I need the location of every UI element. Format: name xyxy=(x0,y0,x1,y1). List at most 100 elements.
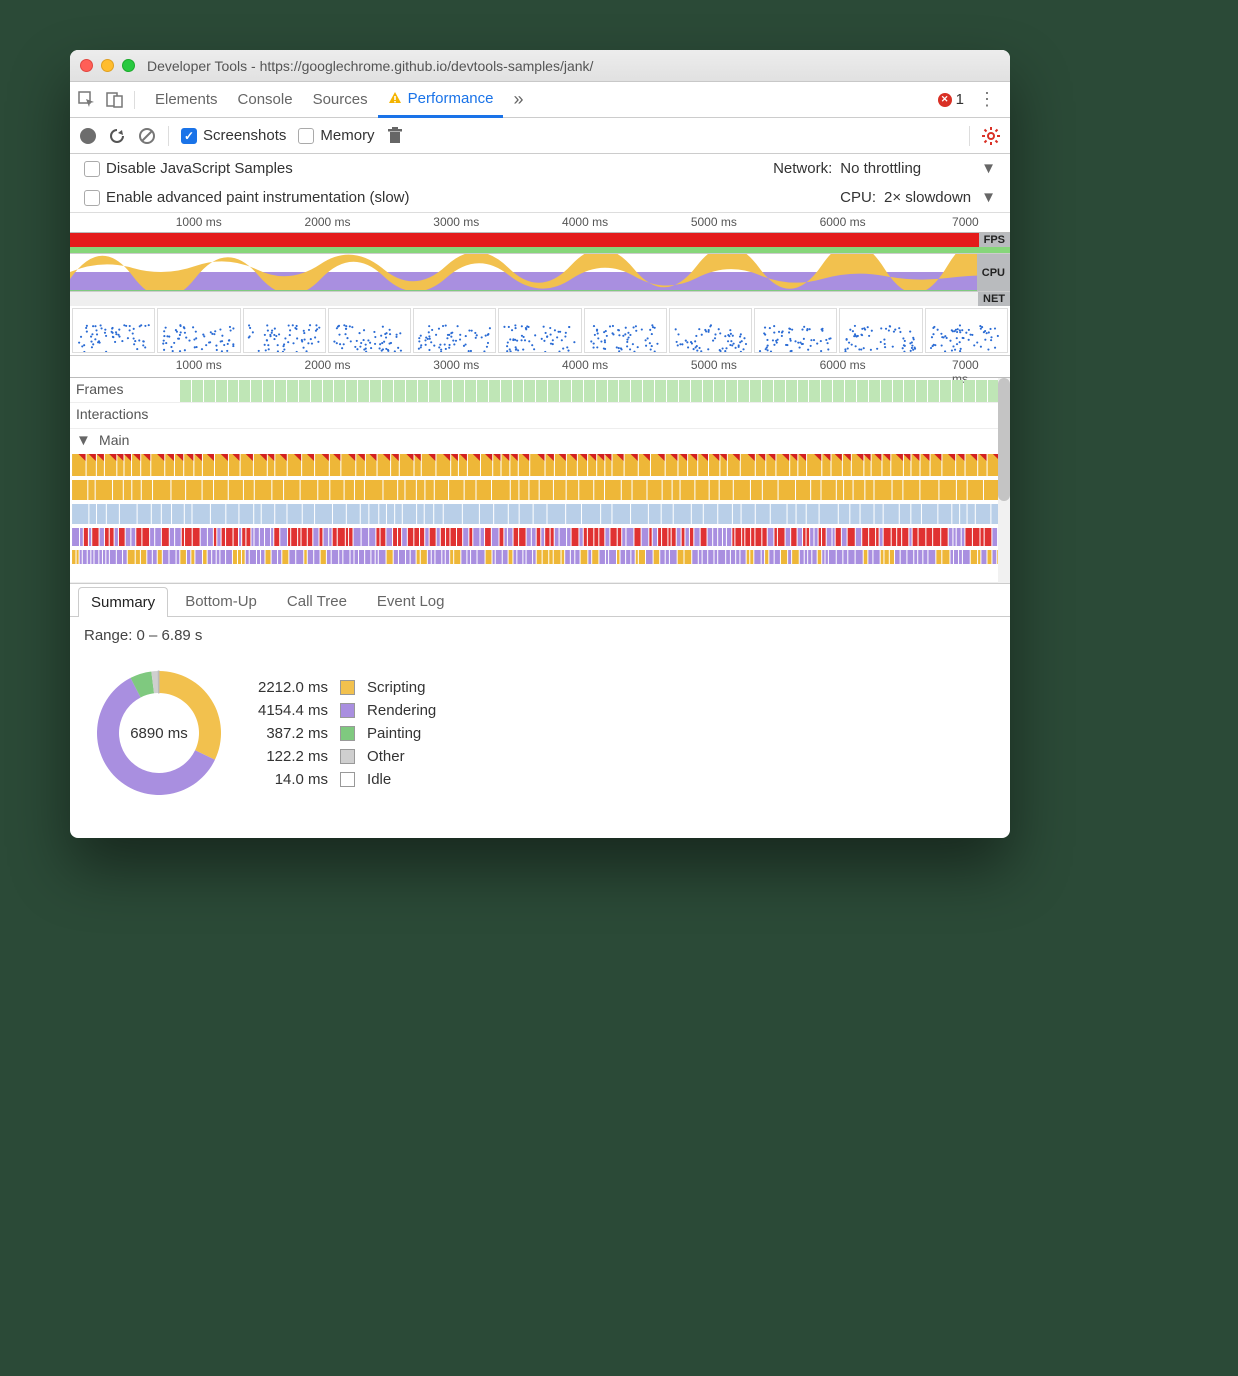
net-track-label: NET xyxy=(978,292,1010,306)
disable-js-label: Disable JavaScript Samples xyxy=(106,160,293,177)
screenshots-label: Screenshots xyxy=(203,127,286,144)
legend-name: Painting xyxy=(367,725,436,742)
overview-ruler: 1000 ms2000 ms3000 ms4000 ms5000 ms6000 … xyxy=(70,213,1010,233)
checkbox-icon xyxy=(84,190,100,206)
cpu-track-label: CPU xyxy=(977,254,1010,291)
checkbox-checked-icon xyxy=(181,128,197,144)
window-minimize-button[interactable] xyxy=(101,59,114,72)
legend-value: 122.2 ms xyxy=(258,748,328,765)
ruler-tick: 1000 ms xyxy=(176,358,222,372)
donut-total-label: 6890 ms xyxy=(84,658,234,808)
tab-elements[interactable]: Elements xyxy=(145,82,228,118)
cpu-label: CPU: xyxy=(840,189,876,206)
fps-track: FPS xyxy=(70,233,1010,247)
collapse-icon[interactable]: ▼ xyxy=(76,432,91,449)
tab-performance-label: Performance xyxy=(408,90,494,107)
checkbox-icon xyxy=(298,128,314,144)
memory-label: Memory xyxy=(320,127,374,144)
ruler-tick: 6000 ms xyxy=(820,215,866,229)
legend-swatch xyxy=(340,726,355,741)
vertical-scrollbar[interactable] xyxy=(998,378,1010,583)
chevron-down-icon: ▼ xyxy=(981,189,996,206)
interactions-lane-label: Interactions xyxy=(70,403,180,425)
screenshot-thumb[interactable] xyxy=(839,308,922,353)
screenshot-thumb[interactable] xyxy=(413,308,496,353)
main-lane[interactable]: ▼ Main xyxy=(70,429,1010,583)
tab-bottom-up[interactable]: Bottom-Up xyxy=(172,586,270,616)
legend-swatch xyxy=(340,703,355,718)
screenshot-thumb[interactable] xyxy=(72,308,155,353)
fps-green-band xyxy=(70,247,1010,254)
tab-performance[interactable]: Performance xyxy=(378,82,504,118)
cpu-track: CPU xyxy=(70,254,1010,292)
tab-summary[interactable]: Summary xyxy=(78,587,168,617)
frames-lane-label: Frames xyxy=(70,378,180,400)
window-zoom-button[interactable] xyxy=(122,59,135,72)
tab-call-tree[interactable]: Call Tree xyxy=(274,586,360,616)
reload-button[interactable] xyxy=(108,127,126,145)
tab-sources[interactable]: Sources xyxy=(303,82,378,118)
screenshot-thumb[interactable] xyxy=(328,308,411,353)
screenshot-thumb[interactable] xyxy=(243,308,326,353)
devtools-tabs: Elements Console Sources Performance » 1… xyxy=(70,82,1010,118)
screenshot-thumb[interactable] xyxy=(669,308,752,353)
scrollbar-thumb[interactable] xyxy=(998,378,1010,501)
error-count: 1 xyxy=(956,91,964,108)
summary-panel: Range: 0 – 6.89 s 6890 ms 2212.0 msScrip… xyxy=(70,617,1010,838)
detail-ruler: 1000 ms 2000 ms 3000 ms 4000 ms 5000 ms 6000 … xyxy=(70,356,1010,378)
ruler-tick: 3000 ms xyxy=(433,358,479,372)
tab-event-log[interactable]: Event Log xyxy=(364,586,458,616)
cpu-select[interactable]: 2× slowdown ▼ xyxy=(884,189,996,206)
screenshot-thumb[interactable] xyxy=(498,308,581,353)
clear-button[interactable] xyxy=(138,127,156,145)
main-lane-label: Main xyxy=(99,432,129,448)
chevron-down-icon: ▼ xyxy=(981,160,996,177)
ruler-tick: 1000 ms xyxy=(176,215,222,229)
memory-checkbox[interactable]: Memory xyxy=(298,127,374,144)
network-select[interactable]: No throttling ▼ xyxy=(840,160,996,177)
error-badge[interactable]: 1 xyxy=(938,91,964,108)
disable-js-checkbox[interactable]: Disable JavaScript Samples xyxy=(84,160,293,177)
frames-lane[interactable]: Frames xyxy=(70,378,1010,403)
advanced-paint-checkbox[interactable]: Enable advanced paint instrumentation (s… xyxy=(84,189,410,206)
ruler-tick: 6000 ms xyxy=(820,358,866,372)
ruler-tick: 5000 ms xyxy=(691,358,737,372)
screenshot-strip xyxy=(70,306,1010,356)
screenshot-thumb[interactable] xyxy=(754,308,837,353)
inspect-element-icon[interactable] xyxy=(78,91,96,109)
more-menu-icon[interactable]: ⋮ xyxy=(972,89,1002,110)
legend-value: 2212.0 ms xyxy=(258,679,328,696)
frames-band xyxy=(180,378,1010,402)
flamechart-pane[interactable]: 1000 ms 2000 ms 3000 ms 4000 ms 5000 ms 6000 … xyxy=(70,356,1010,583)
delete-button[interactable] xyxy=(387,127,403,145)
legend-swatch xyxy=(340,749,355,764)
legend-name: Rendering xyxy=(367,702,436,719)
record-button[interactable] xyxy=(80,128,96,144)
ruler-tick: 2000 ms xyxy=(305,358,351,372)
warning-icon xyxy=(388,91,402,105)
options-row-1: Disable JavaScript Samples Network: No t… xyxy=(70,154,1010,183)
screenshots-checkbox[interactable]: Screenshots xyxy=(181,127,286,144)
tabs-overflow[interactable]: » xyxy=(503,82,533,118)
window-titlebar: Developer Tools - https://googlechrome.g… xyxy=(70,50,1010,82)
devtools-window: Developer Tools - https://googlechrome.g… xyxy=(70,50,1010,838)
screenshot-thumb[interactable] xyxy=(925,308,1008,353)
fps-track-label: FPS xyxy=(979,233,1010,247)
screenshot-thumb[interactable] xyxy=(584,308,667,353)
legend-value: 14.0 ms xyxy=(258,771,328,788)
timeline-overview[interactable]: 1000 ms2000 ms3000 ms4000 ms5000 ms6000 … xyxy=(70,213,1010,356)
settings-gear-icon[interactable] xyxy=(982,127,1000,145)
interactions-lane[interactable]: Interactions xyxy=(70,403,1010,429)
legend-name: Idle xyxy=(367,771,436,788)
screenshot-thumb[interactable] xyxy=(157,308,240,353)
ruler-tick: 4000 ms xyxy=(562,358,608,372)
ruler-tick: 5000 ms xyxy=(691,215,737,229)
window-close-button[interactable] xyxy=(80,59,93,72)
tab-console[interactable]: Console xyxy=(228,82,303,118)
options-row-2: Enable advanced paint instrumentation (s… xyxy=(70,183,1010,212)
device-toggle-icon[interactable] xyxy=(106,91,124,109)
ruler-tick: 3000 ms xyxy=(433,215,479,229)
flamechart xyxy=(70,452,1010,582)
summary-legend: 2212.0 msScripting4154.4 msRendering387.… xyxy=(258,679,436,788)
traffic-lights xyxy=(80,59,135,72)
